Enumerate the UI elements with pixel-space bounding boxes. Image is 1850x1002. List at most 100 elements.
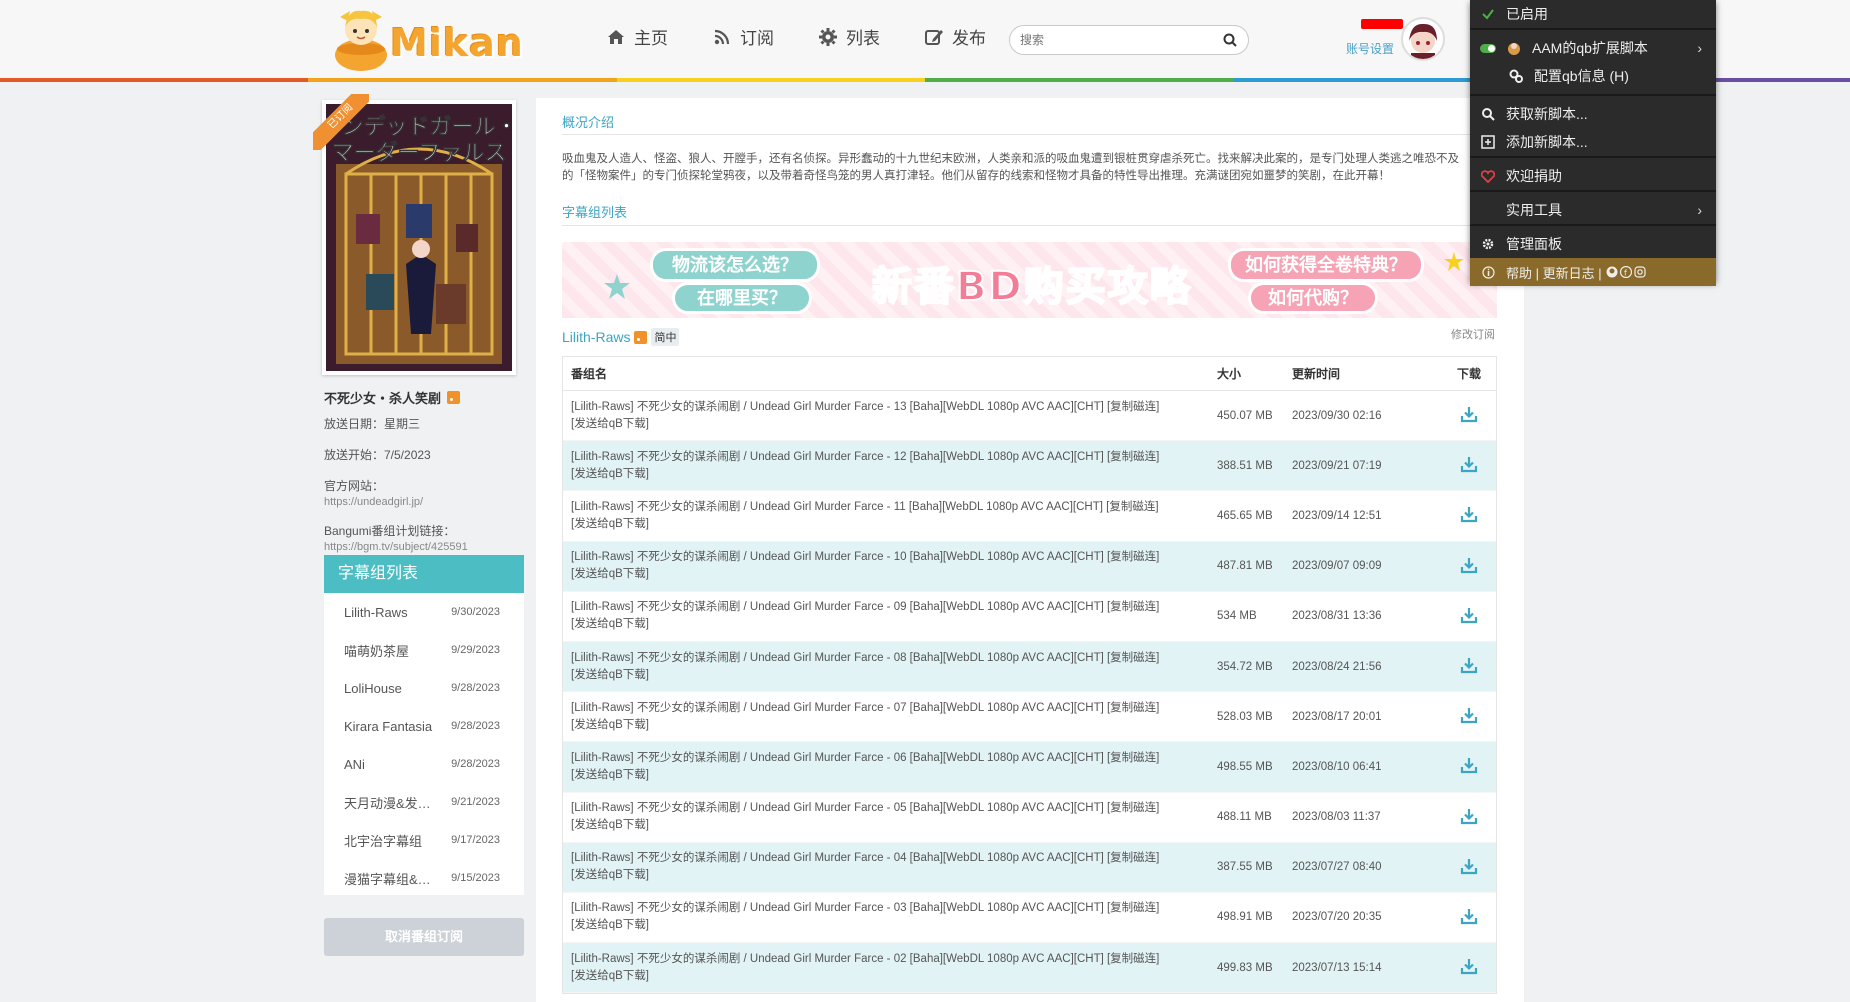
group-name-link[interactable]: Lilith-Raws [562,329,630,345]
download-icon[interactable] [1442,454,1496,477]
fansub-name: 喵萌奶茶屋 [344,643,410,659]
menu-separator [1470,224,1716,226]
episode-name-cell: [Lilith-Raws] 不死少女的谋杀闹剧 / Undead Girl Mu… [563,599,1217,633]
fansub-item[interactable]: 北宇治字幕组 9/17/2023 [324,821,524,859]
send-to-qb-link[interactable]: [发送给qB下载] [571,917,1197,934]
bangumi-link[interactable]: https://bgm.tv/subject/425591 [324,541,524,553]
nav-home[interactable]: 主页 [606,24,668,49]
send-to-qb-link[interactable]: [发送给qB下载] [571,667,1197,684]
instagram-icon[interactable] [1633,266,1646,278]
menu-add-script[interactable]: 添加新脚本... [1470,128,1716,156]
fansub-item[interactable]: 天月动漫&发… 9/21/2023 [324,783,524,821]
subscribed-badge-label: 已订阅 [313,94,369,150]
download-icon[interactable] [1442,605,1496,628]
fansub-item[interactable]: 漫猫字幕组&… 9/15/2023 [324,859,524,897]
episode-title-link[interactable]: [Lilith-Raws] 不死少女的谋杀闹剧 / Undead Girl Mu… [571,650,1197,667]
send-to-qb-link[interactable]: [发送给qB下载] [571,968,1197,985]
episode-title-link[interactable]: [Lilith-Raws] 不死少女的谋杀闹剧 / Undead Girl Mu… [571,900,1197,917]
download-icon[interactable] [1442,856,1496,879]
unsubscribe-button[interactable]: 取消番组订阅 [324,918,524,956]
official-site-link[interactable]: https://undeadgirl.jp/ [324,496,524,508]
subscribed-badge: 已订阅 [313,94,369,150]
menu-tools[interactable]: 实用工具 › [1470,196,1716,224]
download-icon[interactable] [1442,555,1496,578]
episode-title-link[interactable]: [Lilith-Raws] 不死少女的谋杀闹剧 / Undead Girl Mu… [571,850,1197,867]
menu-enabled[interactable]: 已启用 [1470,0,1716,28]
episode-name-cell: [Lilith-Raws] 不死少女的谋杀闹剧 / Undead Girl Mu… [563,951,1217,985]
menu-script[interactable]: AAM的qb扩展脚本 › [1470,34,1716,62]
site-logo[interactable]: Mikan [326,4,526,74]
menu-script-label: AAM的qb扩展脚本 [1532,40,1648,56]
banner-headline: 新番BD购买攻略 [871,254,1192,312]
search-box [1009,25,1249,55]
episode-size: 528.03 MB [1217,710,1273,723]
fansub-item[interactable]: Kirara Fantasia 9/28/2023 [324,707,524,745]
download-icon[interactable] [1442,906,1496,929]
fansub-item[interactable]: 喵萌奶茶屋 9/29/2023 [324,631,524,669]
download-icon[interactable] [1442,806,1496,829]
rss-icon[interactable] [634,330,648,344]
account-settings-link[interactable]: 账号设置 [1346,40,1394,57]
download-icon[interactable] [1442,404,1496,427]
menu-donate[interactable]: 欢迎捐助 [1470,162,1716,190]
toggle-on-icon[interactable] [1480,43,1496,53]
episode-title-link[interactable]: [Lilith-Raws] 不死少女的谋杀闹剧 / Undead Girl Mu… [571,750,1197,767]
anime-info: 不死少女・杀人笑剧 放送日期：星期三 放送开始：7/5/2023 官方网站： h… [324,388,524,553]
episode-title-link[interactable]: [Lilith-Raws] 不死少女的谋杀闹剧 / Undead Girl Mu… [571,800,1197,817]
menu-config-qb[interactable]: 配置qb信息 (H) [1470,62,1716,90]
send-to-qb-link[interactable]: [发送给qB下载] [571,516,1197,533]
send-to-qb-link[interactable]: [发送给qB下载] [571,566,1197,583]
download-icon[interactable] [1442,705,1496,728]
fansub-item[interactable]: Lilith-Raws 9/30/2023 [324,593,524,631]
episode-title-link[interactable]: [Lilith-Raws] 不死少女的谋杀闹剧 / Undead Girl Mu… [571,951,1197,968]
menu-help[interactable]: 帮助 | 更新日志 | f [1470,258,1716,286]
search-input[interactable] [1020,33,1222,47]
episode-title-link[interactable]: [Lilith-Raws] 不死少女的谋杀闹剧 / Undead Girl Mu… [571,499,1197,516]
episode-name-cell: [Lilith-Raws] 不死少女的谋杀闹剧 / Undead Girl Mu… [563,650,1217,684]
avatar[interactable] [1401,17,1445,61]
download-icon[interactable] [1442,504,1496,527]
send-to-qb-link[interactable]: [发送给qB下载] [571,717,1197,734]
edit-subscription-link[interactable]: 修改订阅 [1451,326,1495,342]
menu-get-scripts[interactable]: 获取新脚本... [1470,100,1716,128]
menu-add-script-label: 添加新脚本... [1506,134,1588,150]
nav-list[interactable]: 列表 [818,24,880,49]
episode-title-link[interactable]: [Lilith-Raws] 不死少女的谋杀闹剧 / Undead Girl Mu… [571,449,1197,466]
fansub-panel-title: 字幕组列表 [324,555,524,593]
episode-title-link[interactable]: [Lilith-Raws] 不死少女的谋杀闹剧 / Undead Girl Mu… [571,549,1197,566]
table-row: [Lilith-Raws] 不死少女的谋杀闹剧 / Undead Girl Mu… [563,641,1496,693]
episode-title-link[interactable]: [Lilith-Raws] 不死少女的谋杀闹剧 / Undead Girl Mu… [571,599,1197,616]
search-icon[interactable] [1222,32,1238,48]
send-to-qb-link[interactable]: [发送给qB下载] [571,616,1197,633]
menu-dashboard[interactable]: 管理面板 [1470,230,1716,258]
episode-title-link[interactable]: [Lilith-Raws] 不死少女的谋杀闹剧 / Undead Girl Mu… [571,399,1197,416]
fansub-item[interactable]: ANi 9/28/2023 [324,745,524,783]
send-to-qb-link[interactable]: [发送给qB下载] [571,767,1197,784]
description-line: 的「怪物案件」的专门侦探轮堂鸦夜，以及带着奇怪鸟笼的男人真打津轻。他们从留存的线… [562,170,1390,182]
rss-icon[interactable] [447,391,461,404]
download-icon[interactable] [1442,956,1496,979]
download-icon[interactable] [1442,755,1496,778]
episode-title-link[interactable]: [Lilith-Raws] 不死少女的谋杀闹剧 / Undead Girl Mu… [571,700,1197,717]
github-icon[interactable] [1606,266,1618,278]
bd-guide-banner[interactable]: 物流该怎么选？ 在哪里买？ 新番BD购买攻略 如何获得全卷特典？ 如何代购？ [562,242,1497,318]
table-row: [Lilith-Raws] 不死少女的谋杀闹剧 / Undead Girl Mu… [563,692,1496,743]
episode-time: 2023/07/20 20:35 [1292,911,1382,924]
fansub-name: ANi [344,756,365,772]
send-to-qb-link[interactable]: [发送给qB下载] [571,416,1197,433]
facebook-icon[interactable]: f [1619,266,1632,278]
send-to-qb-link[interactable]: [发送给qB下载] [571,466,1197,483]
banner-headline-part: BD [955,263,1024,311]
table-body: [Lilith-Raws] 不死少女的谋杀闹剧 / Undead Girl Mu… [563,391,1496,994]
divider [562,134,1497,135]
send-to-qb-link[interactable]: [发送给qB下载] [571,817,1197,834]
episode-name-cell: [Lilith-Raws] 不死少女的谋杀闹剧 / Undead Girl Mu… [563,800,1217,834]
redaction-mark [1361,19,1403,29]
nav-subscribe[interactable]: 订阅 [712,24,774,49]
anime-title: 不死少女・杀人笑剧 [324,391,442,406]
send-to-qb-link[interactable]: [发送给qB下载] [571,867,1197,884]
fansub-name: 天月动漫&发… [344,795,431,811]
nav-publish[interactable]: 发布 [924,24,986,49]
download-icon[interactable] [1442,655,1496,678]
fansub-item[interactable]: LoliHouse 9/28/2023 [324,669,524,707]
